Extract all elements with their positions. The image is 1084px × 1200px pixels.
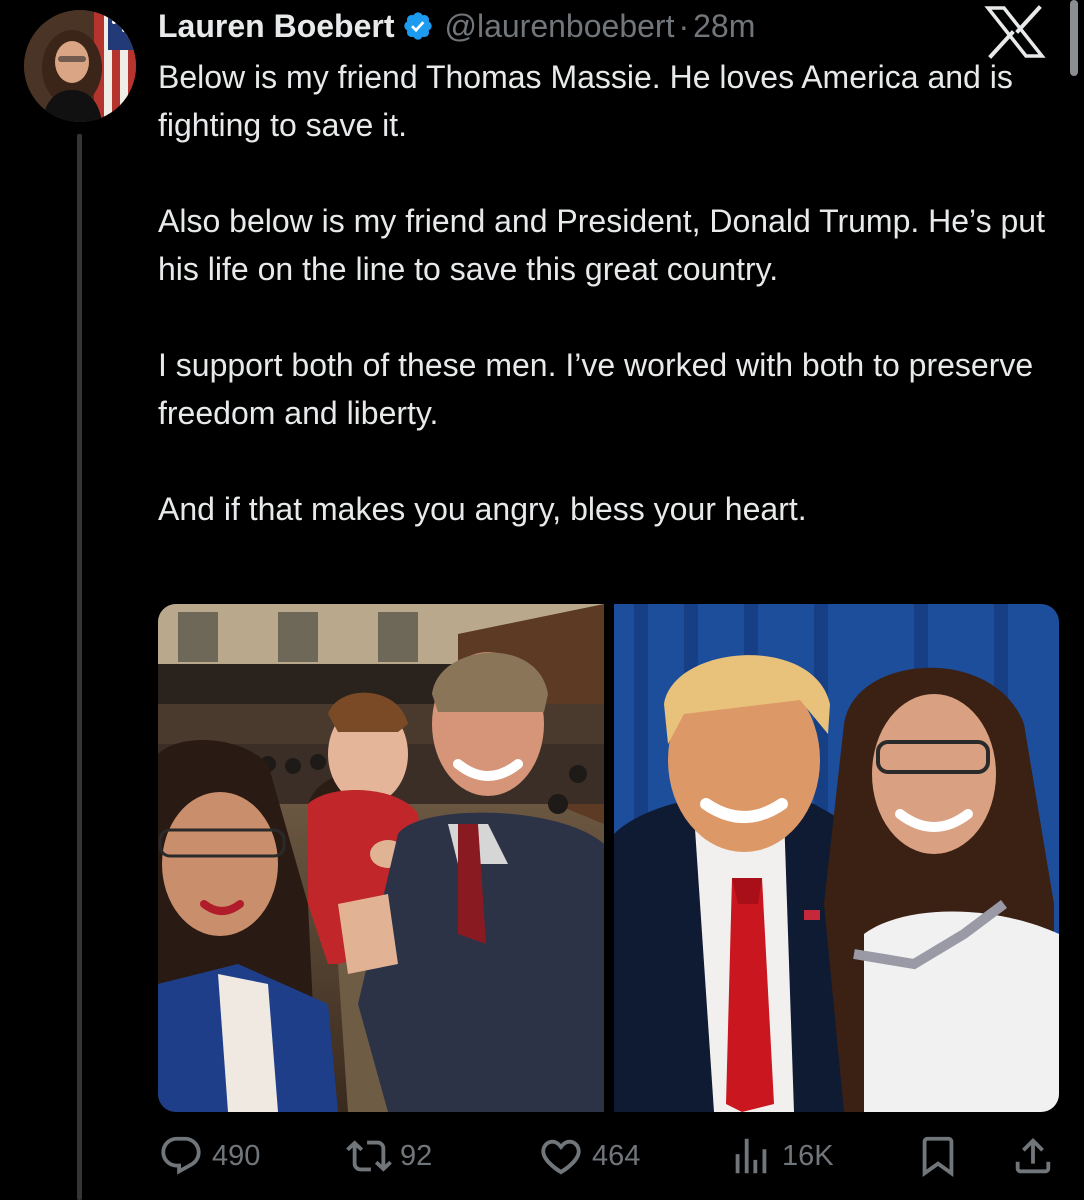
- tweet-paragraph: I support both of these men. I’ve worked…: [158, 347, 1034, 431]
- photo-massie[interactable]: [158, 604, 604, 1112]
- bookmark-icon: [922, 1136, 954, 1177]
- tweet-paragraph: Also below is my friend and President, D…: [158, 203, 1045, 287]
- x-logo-icon[interactable]: [984, 4, 1046, 60]
- views-chart-icon: [735, 1138, 767, 1174]
- like-button[interactable]: 464: [538, 1130, 640, 1182]
- tweet-paragraph: Below is my friend Thomas Massie. He lov…: [158, 59, 1013, 143]
- repost-count: 92: [400, 1139, 433, 1172]
- tweet-text: Below is my friend Thomas Massie. He lov…: [158, 53, 1063, 581]
- reply-icon: [161, 1136, 201, 1175]
- bookmark-button[interactable]: [915, 1130, 961, 1182]
- share-button[interactable]: [1010, 1130, 1056, 1182]
- tweet-media-grid: [158, 604, 1059, 1112]
- reply-count: 490: [212, 1139, 261, 1172]
- share-icon: [1015, 1137, 1051, 1174]
- thread-line: [77, 134, 82, 1200]
- repost-icon: [346, 1140, 392, 1172]
- author-display-name[interactable]: Lauren Boebert: [158, 8, 394, 45]
- views-button[interactable]: 16K: [728, 1130, 834, 1182]
- scrollbar[interactable]: [1070, 0, 1078, 76]
- tweet-paragraph: And if that makes you angry, bless your …: [158, 491, 807, 527]
- photo-trump[interactable]: [614, 604, 1059, 1112]
- separator-dot: ·: [678, 7, 690, 44]
- verified-badge-icon[interactable]: [402, 10, 434, 42]
- tweet-timestamp[interactable]: 28m: [693, 8, 755, 45]
- author-handle[interactable]: @laurenboebert: [444, 8, 674, 45]
- heart-icon: [541, 1139, 581, 1175]
- reply-button[interactable]: 490: [158, 1130, 260, 1182]
- author-avatar[interactable]: [24, 10, 136, 122]
- like-count: 464: [592, 1139, 641, 1172]
- repost-button[interactable]: 92: [346, 1130, 432, 1182]
- tweet-action-bar: 490 92 464 16K: [158, 1130, 1063, 1182]
- tweet-header: Lauren Boebert @laurenboebert · 28m: [158, 0, 755, 52]
- avatar-photo: [24, 10, 136, 122]
- views-count: 16K: [782, 1139, 834, 1172]
